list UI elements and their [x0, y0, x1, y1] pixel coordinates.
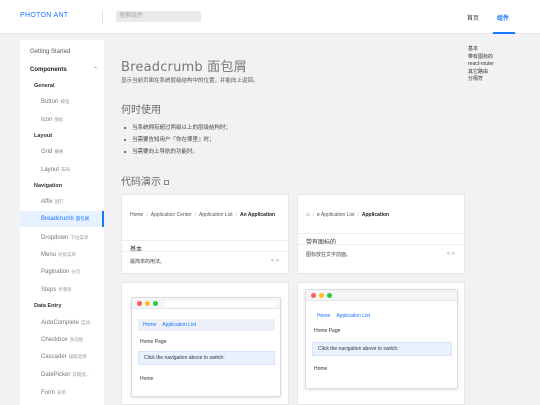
- chevron-up-icon: ⌃: [92, 67, 98, 73]
- list-item: 当需要向上导航的功能时。: [124, 146, 231, 158]
- user-icon: ʀ: [317, 212, 320, 218]
- example-card-router: Home Application List Home Page Click the…: [121, 282, 289, 405]
- breadcrumb-item[interactable]: Home: [130, 212, 143, 218]
- browser-titlebar: [132, 298, 280, 309]
- browser-titlebar: [306, 290, 457, 301]
- alert-message: Click the navigation above to switch:: [138, 351, 275, 365]
- search-input[interactable]: 搜索组件: [116, 11, 201, 22]
- main-content: Breadcrumb 面包屑 显示当前页面在系统层级结构中的位置，并能向上返回。…: [104, 40, 466, 405]
- toc-item-basic[interactable]: 基本: [468, 46, 538, 54]
- code-expand-icon[interactable]: < >: [271, 258, 279, 264]
- example-anchor-icon[interactable]: [164, 179, 169, 185]
- alert-message: Click the navigation above to switch:: [312, 342, 452, 356]
- breadcrumb-item[interactable]: Application List: [199, 212, 233, 218]
- sidebar-group-general: General: [34, 83, 55, 89]
- minimize-dot-icon: [145, 301, 150, 306]
- card-divider: [122, 240, 288, 241]
- breadcrumb-item[interactable]: Application Center: [151, 212, 192, 218]
- section-title-when-to-use: 何时使用: [121, 105, 161, 116]
- sidebar-item-icon[interactable]: Icon 图标: [20, 116, 104, 124]
- page-title: Breadcrumb 面包屑: [121, 60, 247, 75]
- sidebar-section-components[interactable]: Components ⌃: [20, 66, 104, 74]
- card-divider: [298, 244, 464, 245]
- example-description: 图标放在文字前面。: [306, 252, 352, 258]
- top-bar: PHOTON ANT 搜索组件 首页 组件: [0, 0, 540, 34]
- sidebar-item-form[interactable]: Form 表单: [20, 389, 104, 397]
- sidebar-item-menu[interactable]: Menu 导航菜单: [20, 251, 104, 259]
- close-dot-icon: [137, 301, 142, 306]
- toc-item-react-router[interactable]: react-router: [468, 61, 538, 69]
- sidebar-group-layout: Layout: [34, 133, 53, 139]
- route-page-label: Home Page: [140, 339, 167, 345]
- logo[interactable]: PHOTON ANT: [20, 12, 68, 19]
- breadcrumb-item[interactable]: Application List: [162, 322, 196, 328]
- sidebar-item-datepicker[interactable]: DatePicker 日期选...: [20, 371, 104, 379]
- sidebar-item-button[interactable]: Button 按钮: [20, 98, 104, 106]
- browser-mockup: Home Application List Home Page Click the…: [131, 297, 281, 397]
- sidebar-item-affix[interactable]: Affix 固钉: [20, 198, 104, 206]
- toc-item-other-router[interactable]: 其它路由: [468, 69, 538, 77]
- usage-list: 当系统拥有超过两级以上的层级结构时； 当需要告知用户『你在哪里』时； 当需要向上…: [124, 122, 231, 158]
- address-bar[interactable]: [165, 300, 277, 307]
- breadcrumb-current: An Application: [240, 212, 276, 218]
- nav-home-link[interactable]: 首页: [467, 13, 479, 22]
- list-item: 当需要告知用户『你在哪里』时；: [124, 134, 231, 146]
- close-dot-icon: [311, 293, 316, 298]
- toc-item-with-icon[interactable]: 带有图标的: [468, 54, 538, 62]
- breadcrumb-item[interactable]: Home: [317, 313, 330, 319]
- card-divider: [298, 233, 464, 234]
- route-footer-label: Home: [140, 376, 154, 382]
- example-card-icon: ⌂ / ʀ Application List / Application 带有图标的 图…: [297, 194, 465, 274]
- sidebar-item-autocomplete[interactable]: AutoComplete 自动...: [20, 319, 104, 327]
- router-breadcrumb: Home Application List: [138, 319, 275, 331]
- example-description: 最简单的用法。: [130, 259, 166, 265]
- toc-item-separator[interactable]: 分隔符: [468, 76, 538, 84]
- breadcrumb-current: Application: [361, 212, 390, 218]
- card-divider: [122, 251, 288, 252]
- sidebar-group-navigation: Navigation: [34, 183, 63, 189]
- list-item: 当系统拥有超过两级以上的层级结构时；: [124, 122, 231, 134]
- nav-active-indicator: [493, 32, 515, 34]
- breadcrumb: ⌂ / ʀ Application List / Application: [306, 212, 390, 218]
- sidebar: Getting Started Components ⌃ General But…: [20, 40, 104, 405]
- code-expand-icon[interactable]: < >: [447, 251, 455, 257]
- sidebar-item-grid[interactable]: Grid 栅格: [20, 148, 104, 156]
- route-footer-label: Home: [314, 366, 328, 372]
- sidebar-item-dropdown[interactable]: Dropdown 下拉菜单: [20, 234, 104, 242]
- sidebar-item-layout[interactable]: Layout 布局: [20, 166, 104, 174]
- sidebar-item-steps[interactable]: Steps 步骤条: [20, 286, 104, 294]
- sidebar-section-label: Components: [30, 67, 67, 73]
- route-page-label: Home Page: [314, 328, 341, 334]
- table-of-contents: 基本 带有图标的 react-router 其它路由 分隔符: [468, 46, 538, 84]
- maximize-dot-icon: [327, 293, 332, 298]
- browser-mockup: Home Application List Home Page Click the…: [305, 289, 458, 389]
- sidebar-item-cascader[interactable]: Cascader 级联选择: [20, 353, 104, 361]
- header-divider: [102, 10, 103, 24]
- sidebar-item-pagination[interactable]: Pagination 分页: [20, 268, 104, 276]
- router-breadcrumb: Home Application List: [312, 310, 452, 322]
- sidebar-group-data-entry: Data Entry: [34, 303, 62, 309]
- maximize-dot-icon: [153, 301, 158, 306]
- sidebar-item-checkbox[interactable]: Checkbox 多选框: [20, 336, 104, 344]
- example-card-other-router: Home Application List Home Page Click the…: [297, 282, 465, 405]
- home-icon[interactable]: ⌂: [306, 212, 310, 218]
- breadcrumb-item[interactable]: Application List: [336, 313, 370, 319]
- minimize-dot-icon: [319, 293, 324, 298]
- breadcrumb-item[interactable]: Home: [143, 322, 156, 328]
- breadcrumb-item[interactable]: Application List: [321, 212, 355, 218]
- breadcrumb: Home / Application Center / Application List…: [130, 212, 276, 218]
- nav-components-link[interactable]: 组件: [497, 13, 509, 22]
- sidebar-item-breadcrumb[interactable]: Breadcrumb 面包屑: [20, 211, 104, 227]
- section-title-examples: 代码演示: [121, 173, 169, 188]
- sidebar-item-getting-started[interactable]: Getting Started: [20, 48, 104, 56]
- example-card-basic: Home / Application Center / Application List…: [121, 194, 289, 274]
- page-subtitle: 显示当前页面在系统层级结构中的位置，并能向上返回。: [121, 78, 259, 84]
